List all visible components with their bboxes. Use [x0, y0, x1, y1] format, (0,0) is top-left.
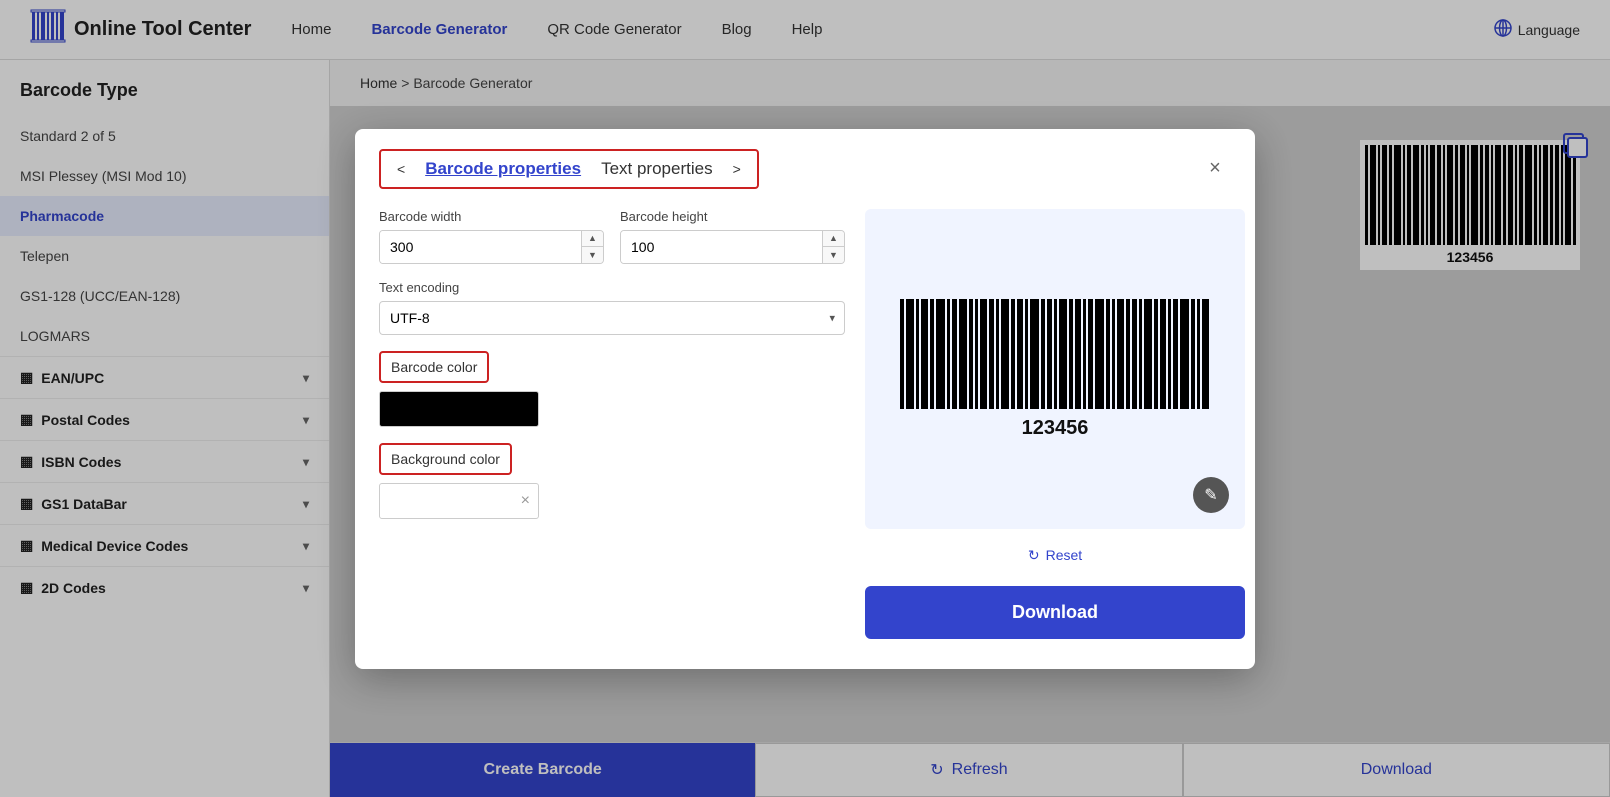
- barcode-preview-svg: 123456: [885, 289, 1225, 449]
- modal-download-button[interactable]: Download: [865, 586, 1245, 639]
- barcode-preview-area: 123456 ✎: [865, 209, 1245, 529]
- encoding-select-wrap: UTF-8 ISO-8859-1 ASCII ▾: [379, 301, 845, 335]
- width-arrows: ▲ ▼: [581, 231, 603, 263]
- width-group: Barcode width ▲ ▼: [379, 209, 604, 264]
- barcode-color-swatch[interactable]: [379, 391, 539, 427]
- barcode-width-input[interactable]: [380, 231, 581, 263]
- dimension-row: Barcode width ▲ ▼ Barcode height: [379, 209, 845, 264]
- barcode-color-label: Barcode color: [391, 359, 477, 375]
- barcode-color-label-wrap: Barcode color: [379, 351, 489, 383]
- modal-overlay: < Barcode properties Text properties > ×…: [0, 0, 1610, 797]
- reset-icon: ↻: [1028, 547, 1040, 564]
- barcode-width-label: Barcode width: [379, 209, 604, 224]
- width-down-arrow[interactable]: ▼: [582, 247, 603, 263]
- barcode-height-label: Barcode height: [620, 209, 845, 224]
- height-down-arrow[interactable]: ▼: [823, 247, 844, 263]
- tab-left-arrow[interactable]: <: [397, 161, 405, 177]
- background-color-swatch[interactable]: ×: [379, 483, 539, 519]
- tab-barcode-properties[interactable]: Barcode properties: [425, 159, 581, 179]
- height-group: Barcode height ▲ ▼: [620, 209, 845, 264]
- edit-button[interactable]: ✎: [1193, 477, 1229, 513]
- background-color-label: Background color: [391, 451, 500, 467]
- background-color-label-wrap: Background color: [379, 443, 512, 475]
- modal-left-panel: Barcode width ▲ ▼ Barcode height: [379, 209, 845, 639]
- modal-right-panel: 123456 ✎ ↻ Reset Download: [865, 209, 1245, 639]
- reset-label: Reset: [1046, 547, 1083, 563]
- width-up-arrow[interactable]: ▲: [582, 231, 603, 248]
- encoding-group: Text encoding UTF-8 ISO-8859-1 ASCII ▾: [379, 280, 845, 335]
- edit-icon: ✎: [1204, 485, 1217, 505]
- barcode-width-input-wrap: ▲ ▼: [379, 230, 604, 264]
- svg-text:123456: 123456: [1022, 417, 1089, 439]
- text-encoding-label: Text encoding: [379, 280, 845, 295]
- modal: < Barcode properties Text properties > ×…: [355, 129, 1255, 669]
- height-up-arrow[interactable]: ▲: [823, 231, 844, 248]
- modal-close-button[interactable]: ×: [1199, 153, 1231, 185]
- text-encoding-select[interactable]: UTF-8 ISO-8859-1 ASCII: [379, 301, 845, 335]
- reset-button[interactable]: ↻ Reset: [865, 537, 1245, 574]
- height-arrows: ▲ ▼: [822, 231, 844, 263]
- clear-bg-color-button[interactable]: ×: [521, 492, 530, 510]
- barcode-color-group: Barcode color: [379, 351, 845, 427]
- modal-tabs: < Barcode properties Text properties >: [379, 149, 759, 189]
- tab-right-arrow[interactable]: >: [733, 161, 741, 177]
- barcode-height-input[interactable]: [621, 231, 822, 263]
- background-color-group: Background color ×: [379, 443, 845, 519]
- barcode-height-input-wrap: ▲ ▼: [620, 230, 845, 264]
- tab-text-properties[interactable]: Text properties: [601, 159, 713, 179]
- modal-body: Barcode width ▲ ▼ Barcode height: [355, 189, 1255, 639]
- modal-header: < Barcode properties Text properties > ×: [355, 129, 1255, 189]
